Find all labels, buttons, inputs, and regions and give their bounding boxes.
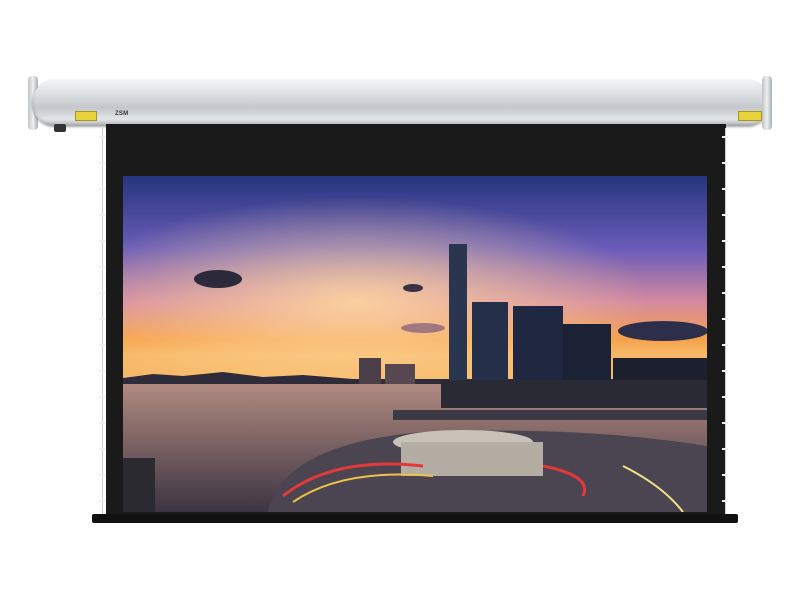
tension-tab	[722, 292, 728, 294]
tension-tabs-right	[722, 128, 728, 520]
tension-tab	[99, 370, 105, 372]
tension-tab	[722, 188, 728, 190]
tension-tab	[722, 474, 728, 476]
tension-tab	[722, 318, 728, 320]
tension-tab	[99, 422, 105, 424]
housing-endcap-right	[762, 76, 772, 130]
tension-tab	[99, 318, 105, 320]
tension-tab	[99, 136, 105, 138]
tension-tab	[99, 214, 105, 216]
tension-tab	[722, 266, 728, 268]
tension-tab	[722, 344, 728, 346]
warning-label-left	[75, 111, 97, 121]
tension-tab	[722, 500, 728, 502]
brand-logo: ZSM	[115, 111, 129, 117]
tension-tab	[99, 162, 105, 164]
tension-tab	[722, 448, 728, 450]
ir-sensor	[54, 124, 66, 132]
tension-tab	[722, 422, 728, 424]
tension-tab	[99, 188, 105, 190]
tension-tab	[99, 240, 105, 242]
screen-housing	[32, 80, 770, 126]
tension-tab	[99, 500, 105, 502]
warning-label-right	[738, 111, 762, 121]
tension-tab	[99, 292, 105, 294]
bottom-weight-bar	[92, 514, 738, 523]
tension-tab	[99, 474, 105, 476]
tension-tab	[99, 344, 105, 346]
tension-tab	[99, 448, 105, 450]
projected-image	[123, 176, 707, 512]
tension-tab	[99, 266, 105, 268]
tension-tab	[722, 240, 728, 242]
tension-tab	[722, 370, 728, 372]
tension-tabs-left	[99, 128, 105, 520]
tension-tab	[722, 162, 728, 164]
tension-tab	[722, 136, 728, 138]
tension-tab	[722, 396, 728, 398]
tension-tab	[99, 396, 105, 398]
city-skyline-illustration	[123, 176, 707, 512]
tension-tab	[722, 214, 728, 216]
